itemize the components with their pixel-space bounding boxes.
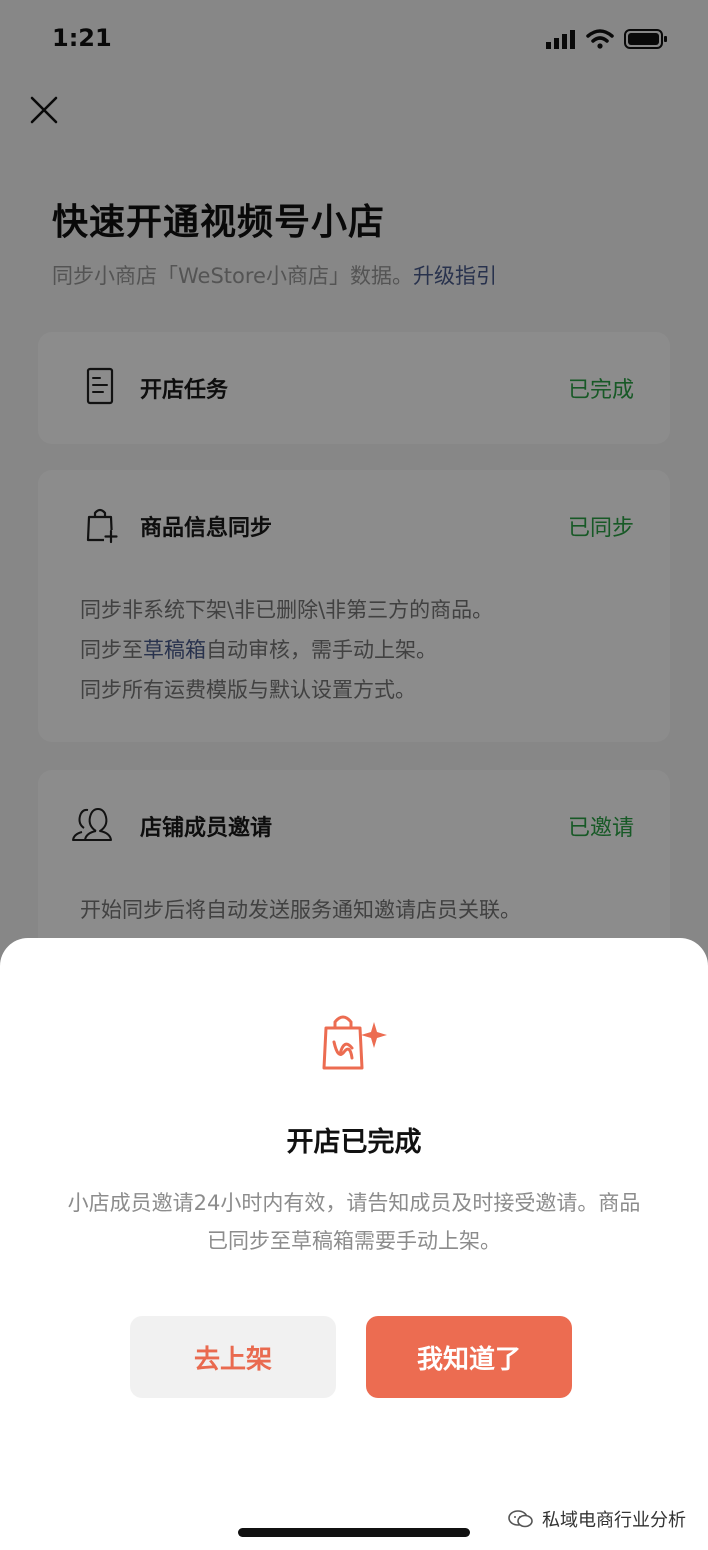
go-list-button[interactable]: 去上架 bbox=[130, 1316, 336, 1398]
sheet-title: 开店已完成 bbox=[286, 1127, 422, 1158]
sheet-description: 小店成员邀请24小时内有效，请告知成员及时接受邀请。商品已同步至草稿箱需要手动上… bbox=[67, 1191, 641, 1253]
got-it-button[interactable]: 我知道了 bbox=[366, 1316, 572, 1398]
wechat-icon bbox=[508, 1510, 533, 1528]
completion-sheet: 开店已完成 小店成员邀请24小时内有效，请告知成员及时接受邀请。商品已同步至草稿… bbox=[0, 938, 708, 1550]
shop-bag-sparkle-icon bbox=[322, 1015, 387, 1070]
home-indicator[interactable] bbox=[238, 1528, 470, 1537]
watermark-text: 私域电商行业分析 bbox=[542, 1510, 686, 1531]
watermark: 私域电商行业分析 bbox=[508, 1506, 686, 1532]
